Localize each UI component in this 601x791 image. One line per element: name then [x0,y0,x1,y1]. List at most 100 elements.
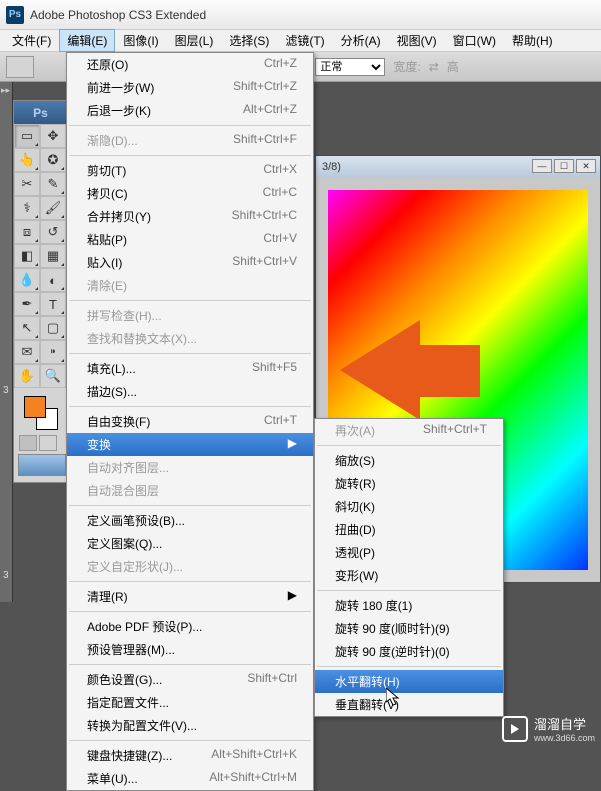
menu-fade: 渐隐(D)...Shift+Ctrl+F [67,129,313,152]
menu-free-transform[interactable]: 自由变换(F)Ctrl+T [67,410,313,433]
menu-menus[interactable]: 菜单(U)...Alt+Shift+Ctrl+M [67,767,313,790]
menu-keyboard-shortcuts[interactable]: 键盘快捷键(Z)...Alt+Shift+Ctrl+K [67,744,313,767]
menu-distort[interactable]: 扭曲(D) [315,518,503,541]
quickmask-mode-icon[interactable] [39,435,57,451]
watermark-text: 溜溜自学 [534,717,586,732]
brush-tool[interactable]: 🖌 [40,196,66,220]
menu-flip-vertical[interactable]: 垂直翻转(V) [315,693,503,716]
panel-dock[interactable] [0,82,13,602]
app-title: Adobe Photoshop CS3 Extended [30,8,206,22]
menu-skew[interactable]: 斜切(K) [315,495,503,518]
menu-image[interactable]: 图像(I) [115,29,166,52]
history-brush-tool[interactable]: ↺ [40,220,66,244]
crop-tool[interactable]: ✂ [14,172,40,196]
menu-file[interactable]: 文件(F) [4,29,59,52]
path-select-tool[interactable]: ↖ [14,316,40,340]
cursor-icon [386,688,402,708]
menu-transform[interactable]: 变换▶ [67,433,313,456]
color-swatches[interactable] [24,396,58,430]
menu-fill[interactable]: 填充(L)...Shift+F5 [67,357,313,380]
minimize-button[interactable]: — [532,159,552,173]
menu-define-brush[interactable]: 定义画笔预设(B)... [67,509,313,532]
toolbox: Ps ▭ ✥ 👆 ✪ ✂ ✎ ⚕ 🖌 ⧈ ↺ ◧ ▦ 💧 ◐ ✒ T ↖ ▢ ✉… [13,100,68,483]
slice-tool[interactable]: ✎ [40,172,66,196]
menu-rotate-90ccw[interactable]: 旋转 90 度(逆时针)(0) [315,640,503,663]
maximize-button[interactable]: ☐ [554,159,574,173]
hand-tool[interactable]: ✋ [14,364,40,388]
menu-purge[interactable]: 清理(R)▶ [67,585,313,608]
watermark: 溜溜自学 www.3d66.com [502,714,595,743]
notes-tool[interactable]: ✉ [14,340,40,364]
close-button[interactable]: ✕ [576,159,596,173]
pen-tool[interactable]: ✒ [14,292,40,316]
ruler-mark: 3 [3,385,9,396]
menu-spellcheck: 拼写检查(H)... [67,304,313,327]
menu-step-backward[interactable]: 后退一步(K)Alt+Ctrl+Z [67,99,313,122]
menu-flip-horizontal[interactable]: 水平翻转(H) [315,670,503,693]
options-style-select[interactable]: 正常 [315,58,385,76]
menu-define-pattern[interactable]: 定义图案(Q)... [67,532,313,555]
menu-edit[interactable]: 编辑(E) [59,29,115,52]
move-tool[interactable]: ✥ [40,124,66,148]
zoom-tool[interactable]: 🔍 [40,364,66,388]
stamp-tool[interactable]: ⧈ [14,220,40,244]
type-tool[interactable]: T [40,292,66,316]
tool-preset-icon[interactable] [6,56,34,78]
menu-scale[interactable]: 缩放(S) [315,449,503,472]
menu-stroke[interactable]: 描边(S)... [67,380,313,403]
menu-analysis[interactable]: 分析(A) [333,29,389,52]
menu-paste-into[interactable]: 贴入(I)Shift+Ctrl+V [67,251,313,274]
menu-warp[interactable]: 变形(W) [315,564,503,587]
screen-mode-button[interactable] [18,454,66,476]
menu-step-forward[interactable]: 前进一步(W)Shift+Ctrl+Z [67,76,313,99]
menu-layer[interactable]: 图层(L) [167,29,222,52]
menu-perspective[interactable]: 透视(P) [315,541,503,564]
menu-window[interactable]: 窗口(W) [445,29,504,52]
options-height-label: 高 [447,58,459,75]
lasso-tool[interactable]: 👆 [14,148,40,172]
menu-rotate[interactable]: 旋转(R) [315,472,503,495]
menu-find-replace: 查找和替换文本(X)... [67,327,313,350]
titlebar: Ps Adobe Photoshop CS3 Extended [0,0,601,30]
menu-color-settings[interactable]: 颜色设置(G)...Shift+Ctrl [67,668,313,691]
toolbox-header[interactable]: Ps [14,101,67,124]
heal-tool[interactable]: ⚕ [14,196,40,220]
menu-pdf-presets[interactable]: Adobe PDF 预设(P)... [67,615,313,638]
options-width-label: 宽度: [393,58,420,75]
menu-cut[interactable]: 剪切(T)Ctrl+X [67,159,313,182]
dock-expand-icon[interactable]: ▸▸ [1,85,10,96]
menu-filter[interactable]: 滤镜(T) [277,29,332,52]
menu-view[interactable]: 视图(V) [389,29,445,52]
dodge-tool[interactable]: ◐ [40,268,66,292]
menu-clear: 清除(E) [67,274,313,297]
app-icon: Ps [6,6,24,24]
menu-auto-blend: 自动混合图层 [67,479,313,502]
eyedropper-tool[interactable]: ⁍ [40,340,66,364]
menu-paste[interactable]: 粘贴(P)Ctrl+V [67,228,313,251]
blur-tool[interactable]: 💧 [14,268,40,292]
menu-rotate-90cw[interactable]: 旋转 90 度(顺时针)(9) [315,617,503,640]
annotation-arrow [420,345,480,397]
menu-rotate-180[interactable]: 旋转 180 度(1) [315,594,503,617]
menu-copy[interactable]: 拷贝(C)Ctrl+C [67,182,313,205]
foreground-color[interactable] [24,396,46,418]
gradient-tool[interactable]: ▦ [40,244,66,268]
watermark-sub: www.3d66.com [534,733,595,743]
menu-preset-manager[interactable]: 预设管理器(M)... [67,638,313,661]
menu-auto-align: 自动对齐图层... [67,456,313,479]
marquee-tool[interactable]: ▭ [14,124,40,148]
menu-copy-merged[interactable]: 合并拷贝(Y)Shift+Ctrl+C [67,205,313,228]
menu-convert-profile[interactable]: 转换为配置文件(V)... [67,714,313,737]
menu-help[interactable]: 帮助(H) [504,29,561,52]
menu-undo[interactable]: 还原(O)Ctrl+Z [67,53,313,76]
menu-select[interactable]: 选择(S) [221,29,277,52]
shape-tool[interactable]: ▢ [40,316,66,340]
document-title[interactable]: 3/8) — ☐ ✕ [316,156,600,178]
menu-assign-profile[interactable]: 指定配置文件... [67,691,313,714]
menubar: 文件(F) 编辑(E) 图像(I) 图层(L) 选择(S) 滤镜(T) 分析(A… [0,30,601,52]
standard-mode-icon[interactable] [19,435,37,451]
quick-select-tool[interactable]: ✪ [40,148,66,172]
eraser-tool[interactable]: ◧ [14,244,40,268]
menu-transform-again: 再次(A)Shift+Ctrl+T [315,419,503,442]
menu-define-shape: 定义自定形状(J)... [67,555,313,578]
